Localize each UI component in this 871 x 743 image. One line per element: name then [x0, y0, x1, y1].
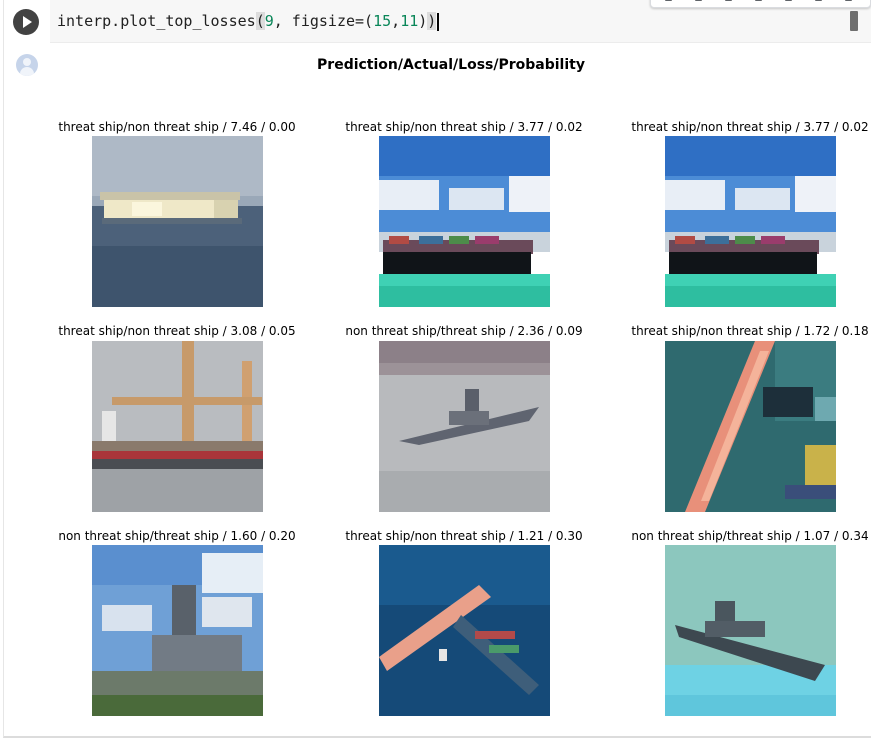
- tile-label: threat ship/non threat ship / 7.46 / 0.0…: [58, 120, 296, 134]
- ship-image: [379, 136, 550, 307]
- code-close-paren: ): [427, 12, 437, 30]
- ship-image: [92, 545, 263, 716]
- code-comma: ,: [391, 12, 401, 30]
- tile-label: non threat ship/threat ship / 1.60 / 0.2…: [58, 529, 296, 543]
- mirror-icon[interactable]: [785, 0, 792, 1]
- tile-label: threat ship/non threat ship / 1.72 / 0.1…: [631, 324, 869, 338]
- tile-label: threat ship/non threat ship / 3.77 / 0.0…: [631, 120, 869, 134]
- ship-image: [665, 341, 836, 512]
- tile-label: non threat ship/threat ship / 1.07 / 0.3…: [631, 529, 869, 543]
- code-function: interp.plot_top_losses: [57, 12, 256, 30]
- ship-image: [92, 341, 263, 512]
- ship-image: [92, 136, 263, 307]
- move-down-icon[interactable]: [695, 0, 702, 1]
- delete-icon[interactable]: [815, 0, 822, 1]
- more-icon[interactable]: [845, 0, 852, 1]
- run-cell-button[interactable]: [13, 9, 39, 35]
- code-close-inner: ): [418, 12, 428, 30]
- move-up-icon[interactable]: [665, 0, 672, 1]
- tile-label: threat ship/non threat ship / 3.08 / 0.0…: [58, 324, 296, 338]
- code-arg-height: 11: [400, 12, 419, 30]
- settings-icon[interactable]: [755, 0, 762, 1]
- ship-image: [665, 136, 836, 307]
- tile-label: threat ship/non threat ship / 1.21 / 0.3…: [345, 529, 583, 543]
- ship-image: [379, 341, 550, 512]
- code-open-paren: (: [255, 12, 265, 30]
- ship-image: [379, 545, 550, 716]
- notebook-page: interp.plot_top_losses(9, figsize=(15,11…: [0, 0, 871, 743]
- ship-image: [665, 545, 836, 716]
- figure-title: Prediction/Actual/Loss/Probability: [317, 57, 585, 73]
- code-figsize-kw: , figsize=(: [273, 12, 374, 30]
- tile-label: non threat ship/threat ship / 2.36 / 0.0…: [345, 324, 583, 338]
- code-arg-width: 15: [373, 12, 392, 30]
- code-line: interp.plot_top_losses(9, figsize=(15,11…: [57, 12, 440, 31]
- text-cursor: [437, 12, 440, 31]
- cell-toolbar: [650, 0, 871, 8]
- link-icon[interactable]: [725, 0, 732, 1]
- editor-scrollbar[interactable]: [850, 11, 858, 31]
- tile-label: threat ship/non threat ship / 3.77 / 0.0…: [345, 120, 583, 134]
- code-arg-count: 9: [264, 12, 274, 30]
